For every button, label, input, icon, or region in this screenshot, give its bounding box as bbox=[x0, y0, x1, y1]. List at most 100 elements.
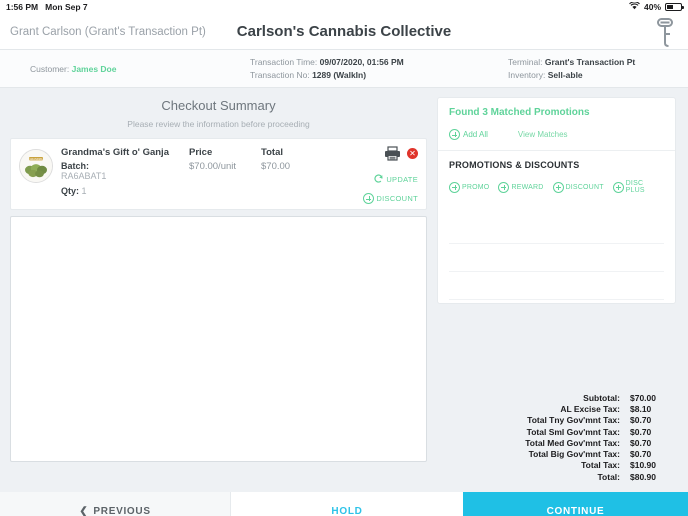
battery-percent: 40% bbox=[643, 2, 661, 12]
list-item bbox=[449, 244, 664, 272]
totals-value: $0.70 bbox=[630, 449, 652, 460]
inventory-row: Inventory: Sell-able bbox=[508, 69, 688, 81]
totals-row: Total Big Gov'mnt Tax: $0.70 bbox=[436, 449, 676, 460]
totals-label: Total: bbox=[597, 471, 620, 482]
price-header: Price bbox=[189, 147, 213, 158]
cart-item-details: Grandma's Gift o' Ganja Batch: RA6ABAT1 … bbox=[61, 147, 189, 209]
customer-label: Customer: bbox=[30, 63, 70, 74]
key-icon[interactable] bbox=[652, 16, 678, 53]
customer-name[interactable]: James Doe bbox=[72, 64, 117, 74]
checkout-summary-title: Checkout Summary bbox=[161, 98, 276, 113]
totals-value: $0.70 bbox=[630, 426, 652, 437]
add-disc-plus-label: DISC PLUS bbox=[625, 180, 645, 194]
status-time: 1:56 PM bbox=[6, 2, 39, 12]
item-discount-button[interactable]: DISCOUNT bbox=[363, 193, 418, 204]
printer-icon[interactable] bbox=[384, 146, 401, 166]
add-all-button[interactable]: Add All bbox=[449, 129, 488, 140]
totals-value: $8.10 bbox=[630, 404, 652, 415]
continue-button[interactable]: CONTINUE bbox=[463, 492, 688, 516]
battery-icon bbox=[665, 3, 684, 11]
totals-row: AL Excise Tax: $8.10 bbox=[436, 404, 676, 415]
transaction-info-bar: Customer: James Doe Transaction Time: 09… bbox=[0, 50, 688, 88]
terminal-meta: Terminal: Grant's Transaction Pt Invento… bbox=[470, 56, 688, 81]
totals-row: Total Tny Gov'mnt Tax: $0.70 bbox=[436, 415, 676, 426]
hold-button[interactable]: HOLD bbox=[231, 492, 463, 516]
totals-label: Total Sml Gov'mnt Tax: bbox=[526, 426, 620, 437]
chevron-left-icon: ❮ bbox=[79, 505, 89, 516]
totals-label: Total Big Gov'mnt Tax: bbox=[528, 449, 620, 460]
add-reward-label: REWARD bbox=[511, 183, 544, 191]
main-body: Checkout Summary Please review the infor… bbox=[0, 88, 688, 516]
cart-empty-area bbox=[10, 216, 427, 462]
wifi-icon bbox=[629, 1, 640, 12]
terminal-value: Grant's Transaction Pt bbox=[544, 57, 636, 68]
promotions-discounts-section: PROMOTIONS & DISCOUNTS PROMO REWARD DISC… bbox=[438, 151, 675, 300]
status-date: Mon Sep 7 bbox=[45, 2, 88, 12]
add-discount-button[interactable]: DISCOUNT bbox=[552, 180, 604, 194]
svg-text:GRANDMA: GRANDMA bbox=[29, 157, 43, 161]
update-button[interactable]: UPDATE bbox=[363, 173, 418, 186]
print-delete-row: ✕ bbox=[363, 146, 418, 166]
matched-promotions-actions: Add All View Matches bbox=[449, 129, 664, 140]
batch-label: Batch: bbox=[61, 160, 90, 171]
promotions-list bbox=[449, 216, 664, 300]
totals-row: Total Med Gov'mnt Tax: $0.70 bbox=[436, 438, 676, 449]
totals-summary: Subtotal: $70.00 AL Excise Tax: $8.10 To… bbox=[436, 393, 676, 483]
totals-label: Total Med Gov'mnt Tax: bbox=[525, 437, 620, 448]
matched-promotions-text: Found 3 Matched Promotions bbox=[449, 107, 590, 118]
add-reward-button[interactable]: REWARD bbox=[498, 180, 543, 194]
totals-label: Total Tax: bbox=[581, 460, 620, 471]
add-all-label: Add All bbox=[463, 130, 488, 139]
total-column: Total $70.00 bbox=[261, 147, 341, 209]
previous-button[interactable]: ❮ PREVIOUS bbox=[0, 492, 231, 516]
matched-promotions-section: Found 3 Matched Promotions Add All View … bbox=[438, 98, 675, 151]
plus-circle-icon bbox=[449, 181, 460, 193]
inventory-value: Sell-able bbox=[547, 69, 583, 80]
totals-row: Total Sml Gov'mnt Tax: $0.70 bbox=[436, 427, 676, 438]
total-value: $70.00 bbox=[261, 161, 291, 172]
previous-label: PREVIOUS bbox=[93, 505, 151, 516]
plus-circle-icon bbox=[363, 193, 375, 204]
qty-row: Qty: 1 bbox=[61, 185, 87, 196]
add-promo-label: PROMO bbox=[462, 183, 490, 191]
add-promo-button[interactable]: PROMO bbox=[449, 180, 489, 194]
batch-value: RA6ABAT1 bbox=[61, 170, 107, 181]
list-item bbox=[449, 272, 664, 300]
terminal-label: Terminal: bbox=[508, 57, 543, 68]
ios-status-bar: 1:56 PM Mon Sep 7 40% bbox=[0, 0, 688, 14]
price-value: $70.00/unit bbox=[189, 161, 237, 172]
inventory-label: Inventory: bbox=[508, 69, 546, 80]
item-discount-label: DISCOUNT bbox=[376, 194, 418, 203]
totals-value: $70.00 bbox=[630, 393, 656, 403]
totals-row: Subtotal: $70.00 bbox=[436, 393, 676, 404]
promotions-panel: Found 3 Matched Promotions Add All View … bbox=[437, 97, 676, 304]
status-bar-left: 1:56 PM Mon Sep 7 bbox=[6, 2, 88, 12]
view-matches-link[interactable]: View Matches bbox=[518, 130, 568, 139]
transaction-time-value: 09/07/2020, 01:56 PM bbox=[319, 57, 404, 68]
terminal-row: Terminal: Grant's Transaction Pt bbox=[508, 56, 688, 68]
transaction-no-row: Transaction No: 1289 (WalkIn) bbox=[250, 69, 470, 81]
cart-item-row[interactable]: GRANDMA Grandma's Gift o' Ganja Batch: R… bbox=[10, 138, 427, 210]
product-name: Grandma's Gift o' Ganja bbox=[61, 147, 169, 158]
continue-label: CONTINUE bbox=[546, 505, 605, 516]
transaction-meta: Transaction Time: 09/07/2020, 01:56 PM T… bbox=[250, 56, 470, 81]
list-item bbox=[449, 216, 664, 244]
plus-circle-icon bbox=[498, 181, 510, 193]
product-thumbnail: GRANDMA bbox=[19, 149, 53, 183]
totals-label: Subtotal: bbox=[583, 393, 620, 403]
totals-value: $10.90 bbox=[630, 460, 656, 471]
customer-info: Customer: James Doe bbox=[0, 64, 250, 74]
delete-icon[interactable]: ✕ bbox=[407, 148, 418, 159]
totals-row: Total Tax: $10.90 bbox=[436, 460, 676, 471]
plus-circle-icon bbox=[449, 129, 460, 140]
qty-value: 1 bbox=[81, 185, 87, 196]
total-header: Total bbox=[261, 147, 283, 158]
app-screen: 1:56 PM Mon Sep 7 40% Grant Carlson (Gra… bbox=[0, 0, 688, 516]
add-discount-label: DISCOUNT bbox=[565, 183, 604, 191]
plus-circle-icon bbox=[552, 181, 564, 193]
transaction-time-label: Transaction Time: bbox=[250, 57, 318, 68]
transaction-time-row: Transaction Time: 09/07/2020, 01:56 PM bbox=[250, 56, 470, 68]
totals-label: Total Tny Gov'mnt Tax: bbox=[527, 415, 620, 426]
totals-label: AL Excise Tax: bbox=[560, 404, 620, 415]
add-disc-plus-button[interactable]: DISC PLUS bbox=[612, 180, 664, 194]
